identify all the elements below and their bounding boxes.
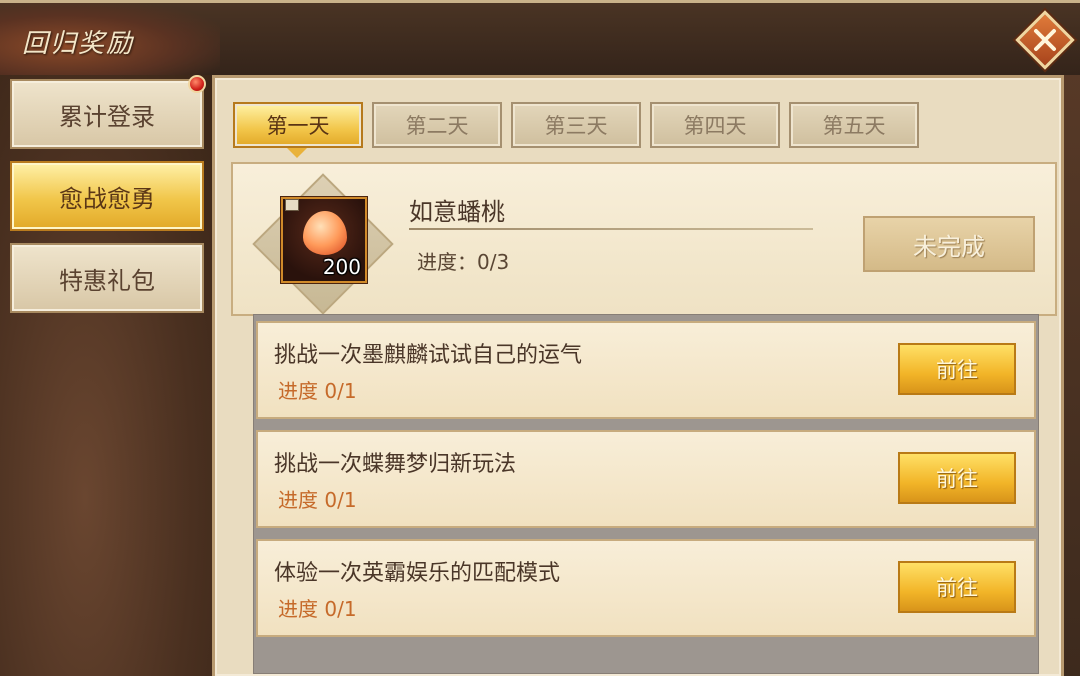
lock-icon: [285, 199, 299, 211]
sidebar-item-label: 累计登录: [59, 102, 155, 131]
reward-item-slot[interactable]: 200: [281, 197, 367, 283]
tab-label: 第五天: [822, 114, 886, 138]
main-panel: 第一天 第二天 第三天 第四天 第五天 200 如意蟠桃 进度：0/3 未完成: [212, 75, 1064, 676]
go-button[interactable]: 前往: [898, 452, 1016, 504]
tab-label: 第三天: [544, 114, 608, 138]
task-progress: 进度 0/1: [278, 488, 357, 512]
tab-day-4[interactable]: 第四天: [650, 102, 780, 148]
task-list[interactable]: 挑战一次墨麒麟试试自己的运气 进度 0/1 前往 挑战一次蝶舞梦归新玩法 进度 …: [253, 314, 1039, 674]
reward-name: 如意蟠桃: [409, 198, 505, 226]
reward-progress: 进度：0/3: [417, 250, 510, 274]
tab-label: 第一天: [266, 114, 330, 138]
sidebar-item-label: 愈战愈勇: [59, 184, 155, 213]
game-window: 回归奖励 累计登录 愈战愈勇 特惠礼包 第一天 第二天 第三天 第四天 第五天 …: [0, 0, 1080, 676]
go-button[interactable]: 前往: [898, 343, 1016, 395]
close-icon: [1034, 29, 1056, 51]
sidebar-item-cumulative-login[interactable]: 累计登录: [10, 79, 204, 149]
go-button-label: 前往: [936, 358, 978, 382]
tab-day-3[interactable]: 第三天: [511, 102, 641, 148]
go-button-label: 前往: [936, 576, 978, 600]
sidebar: 累计登录 愈战愈勇 特惠礼包: [0, 75, 212, 676]
tab-label: 第二天: [405, 114, 469, 138]
tab-label: 第四天: [683, 114, 747, 138]
tab-day-5[interactable]: 第五天: [789, 102, 919, 148]
task-title: 挑战一次墨麒麟试试自己的运气: [274, 343, 583, 368]
tab-day-2[interactable]: 第二天: [372, 102, 502, 148]
status-label: 未完成: [913, 232, 985, 261]
notification-badge: [188, 75, 206, 93]
divider: [409, 228, 813, 230]
list-item: 挑战一次墨麒麟试试自己的运气 进度 0/1 前往: [256, 321, 1036, 419]
tab-day-1[interactable]: 第一天: [233, 102, 363, 148]
peach-icon: [303, 211, 347, 255]
sidebar-item-special-pack[interactable]: 特惠礼包: [10, 243, 204, 313]
item-count: 200: [322, 255, 361, 279]
task-progress: 进度 0/1: [278, 379, 357, 403]
task-progress: 进度 0/1: [278, 597, 357, 621]
task-title: 挑战一次蝶舞梦归新玩法: [274, 452, 517, 477]
list-item: 挑战一次蝶舞梦归新玩法 进度 0/1 前往: [256, 430, 1036, 528]
incomplete-status-button[interactable]: 未完成: [863, 216, 1035, 272]
title-bar: 回归奖励: [0, 3, 1080, 75]
task-title: 体验一次英霸娱乐的匹配模式: [274, 561, 561, 586]
close-button[interactable]: [1015, 10, 1075, 70]
sidebar-item-challenge[interactable]: 愈战愈勇: [10, 161, 204, 231]
go-button-label: 前往: [936, 467, 978, 491]
reward-card: 200 如意蟠桃 进度：0/3 未完成: [231, 162, 1057, 316]
list-item: 体验一次英霸娱乐的匹配模式 进度 0/1 前往: [256, 539, 1036, 637]
window-title: 回归奖励: [22, 29, 135, 59]
active-tab-indicator: [287, 148, 307, 158]
go-button[interactable]: 前往: [898, 561, 1016, 613]
sidebar-item-label: 特惠礼包: [59, 266, 155, 295]
